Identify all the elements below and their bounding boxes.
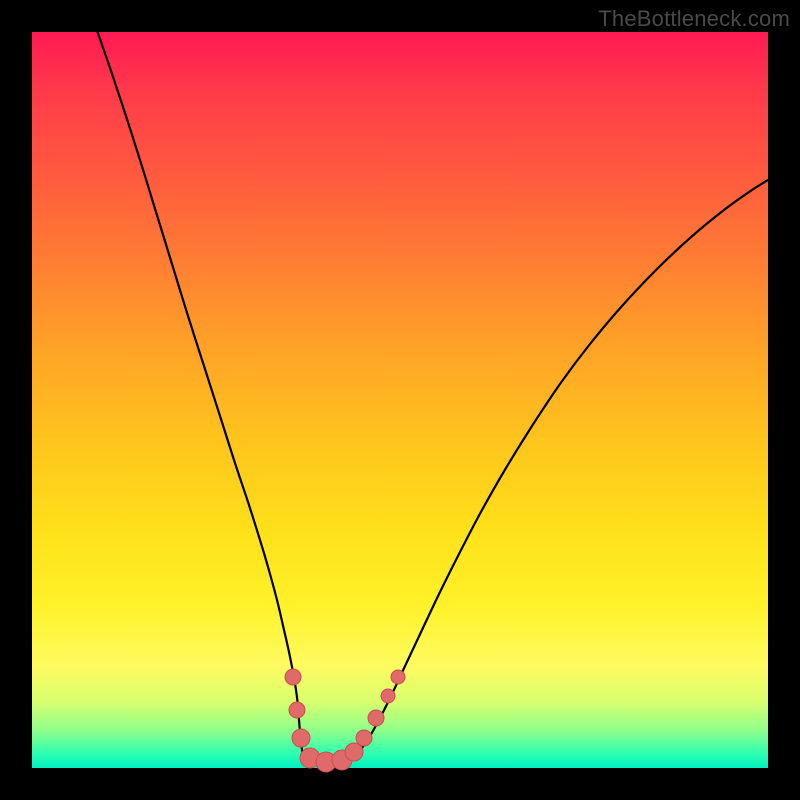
watermark-text: TheBottleneck.com <box>598 6 790 32</box>
data-dot <box>368 710 384 726</box>
data-dot <box>356 730 372 746</box>
dot-group <box>285 669 405 772</box>
data-dot <box>285 669 301 685</box>
data-dot <box>292 729 310 747</box>
data-dot <box>391 670 405 684</box>
chart-frame: TheBottleneck.com <box>0 0 800 800</box>
chart-svg <box>32 32 768 768</box>
curve-left <box>94 22 314 762</box>
data-dot <box>381 689 395 703</box>
curve-right <box>344 180 768 762</box>
data-dot <box>345 743 363 761</box>
plot-area <box>32 32 768 768</box>
data-dot <box>289 702 305 718</box>
